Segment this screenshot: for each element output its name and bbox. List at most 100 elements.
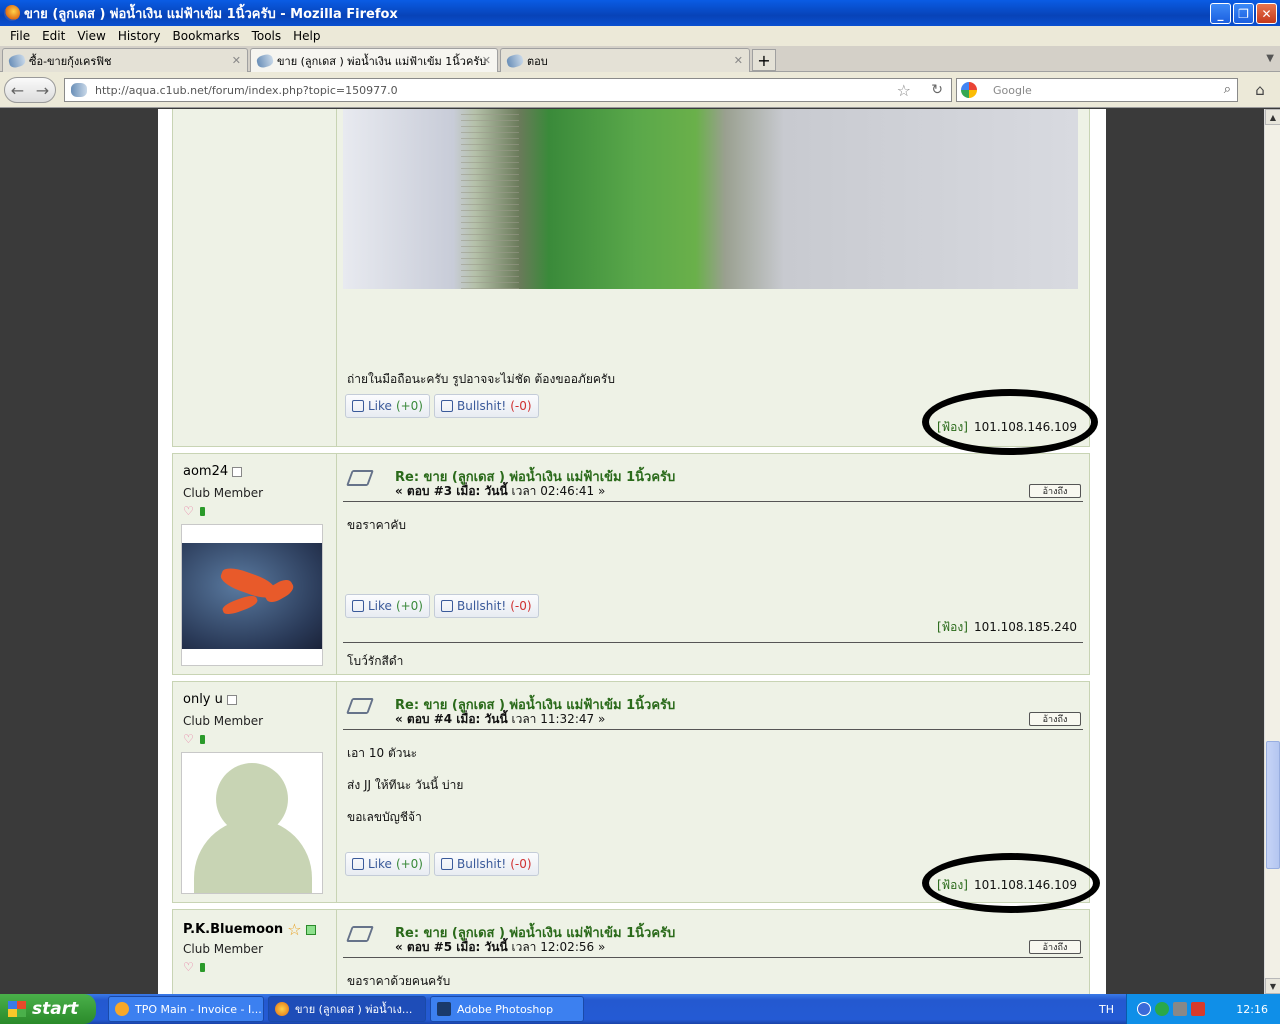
- tray-app-icon[interactable]: [1155, 1002, 1169, 1016]
- ip-address: [ฟ้อง] 101.108.185.240: [937, 620, 1077, 634]
- menu-help[interactable]: Help: [287, 29, 326, 43]
- photoshop-icon: [437, 1002, 451, 1016]
- bullshit-button[interactable]: Bullshit! (-0): [434, 394, 539, 418]
- safely-remove-icon[interactable]: [1191, 1002, 1205, 1016]
- like-button[interactable]: Like (+0): [345, 852, 430, 876]
- username[interactable]: only u: [183, 692, 223, 707]
- bookmark-star-icon[interactable]: ☆: [897, 81, 911, 100]
- restore-button[interactable]: ❐: [1233, 3, 1254, 24]
- post-icon: [346, 926, 374, 942]
- like-button[interactable]: Like (+0): [345, 594, 430, 618]
- avatar[interactable]: [181, 752, 323, 894]
- menu-history[interactable]: History: [112, 29, 167, 43]
- tab-buy-sell[interactable]: ซื้อ-ขายกุ้งเครฟิช ✕: [2, 48, 248, 72]
- tab-current-topic[interactable]: ขาย (ลูกเดส ) พ่อน้ำเงิน แม่ฟ้าเข้ม 1นิ้…: [250, 48, 498, 72]
- menu-bookmarks[interactable]: Bookmarks: [167, 29, 246, 43]
- tray-arrow-icon[interactable]: [1137, 1002, 1151, 1016]
- scroll-up-arrow-icon[interactable]: ▲: [1265, 109, 1280, 125]
- firefox-icon: [4, 5, 20, 21]
- site-icon: [7, 52, 27, 69]
- ruler-image: [461, 109, 519, 289]
- menu-bar: File Edit View History Bookmarks Tools H…: [0, 26, 1280, 46]
- post-body-line: เอา 10 ตัวนะ: [347, 746, 418, 760]
- highlight-circle: [922, 389, 1098, 455]
- member-rank: Club Member: [183, 942, 264, 956]
- search-box[interactable]: Google ⌕: [956, 78, 1238, 102]
- site-icon: [255, 52, 275, 69]
- post-meta: « ตอบ #5 เมื่อ: วันนี้ เวลา 12:02:56 »: [395, 940, 606, 954]
- online-status-icon: [305, 924, 316, 935]
- tab-reply[interactable]: ตอบ ✕: [500, 48, 750, 72]
- back-forward-buttons[interactable]: ← →: [4, 77, 56, 103]
- start-button[interactable]: start: [0, 994, 96, 1024]
- username[interactable]: aom24: [183, 464, 228, 479]
- scrollbar-thumb[interactable]: [1266, 741, 1280, 869]
- post-body-line: ส่ง JJ ให้ทีนะ วันนี้ บ่าย: [347, 778, 464, 792]
- minimize-button[interactable]: _: [1210, 3, 1231, 24]
- reload-icon[interactable]: ↻: [931, 82, 943, 98]
- language-indicator[interactable]: TH: [1099, 1003, 1114, 1016]
- thumbs-down-icon: [441, 400, 453, 412]
- bullshit-button[interactable]: Bullshit! (-0): [434, 852, 539, 876]
- menu-file[interactable]: File: [4, 29, 36, 43]
- quote-button[interactable]: อ้างถึง: [1029, 712, 1081, 726]
- post-icon: [346, 470, 374, 486]
- username[interactable]: P.K.Bluemoon: [183, 922, 283, 937]
- signature: โบว์รักสีดำ: [347, 654, 404, 668]
- page-viewport: ถ่ายในมือถือนะครับ รูปอาจจะไม่ชัด ต้องขอ…: [0, 109, 1264, 994]
- address-bar[interactable]: http://aqua.c1ub.net/forum/index.php?top…: [64, 78, 952, 102]
- thumbs-up-icon: [352, 600, 364, 612]
- highlight-circle: [922, 853, 1100, 913]
- system-tray: TH 12:16: [1099, 994, 1280, 1024]
- thumbs-down-icon: [441, 858, 453, 870]
- back-arrow-icon[interactable]: ←: [11, 81, 24, 100]
- taskbar-item-tpo[interactable]: TPO Main - Invoice - I...: [108, 996, 264, 1022]
- taskbar-item-photoshop[interactable]: Adobe Photoshop: [430, 996, 584, 1022]
- offline-status-icon: [226, 694, 237, 705]
- forward-arrow-icon[interactable]: →: [36, 81, 49, 100]
- close-tab-icon[interactable]: ✕: [482, 54, 491, 67]
- rank-pip-icon: [199, 506, 205, 516]
- default-avatar-image: [182, 753, 322, 893]
- vertical-scrollbar[interactable]: ▲ ▼: [1264, 109, 1280, 994]
- close-tab-icon[interactable]: ✕: [232, 54, 241, 67]
- navigation-toolbar: ← → http://aqua.c1ub.net/forum/index.php…: [0, 72, 1280, 108]
- report-link[interactable]: [ฟ้อง]: [937, 620, 968, 634]
- rank-pip-icon: [199, 962, 205, 972]
- thumbs-up-icon: [352, 400, 364, 412]
- menu-view[interactable]: View: [71, 29, 111, 43]
- close-tab-icon[interactable]: ✕: [734, 54, 743, 67]
- member-rank: Club Member: [183, 486, 264, 500]
- bullshit-button[interactable]: Bullshit! (-0): [434, 594, 539, 618]
- window-title: ขาย (ลูกเดส ) พ่อน้ำเงิน แม่ฟ้าเข้ม 1นิ้…: [24, 6, 398, 22]
- avatar[interactable]: [181, 524, 323, 666]
- tab-list-arrow-icon[interactable]: ▼: [1266, 53, 1274, 64]
- close-button[interactable]: ✕: [1256, 3, 1277, 24]
- heart-icon: ♡: [183, 960, 194, 974]
- google-engine-icon[interactable]: [961, 82, 977, 98]
- post-body: ถ่ายในมือถือนะครับ รูปอาจจะไม่ชัด ต้องขอ…: [347, 372, 615, 386]
- star-icon: ☆: [287, 920, 302, 939]
- post-body-line: ขอเลขบัญชีจ้า: [347, 810, 422, 824]
- search-placeholder: Google: [993, 83, 1032, 97]
- firefox-icon: [275, 1002, 289, 1016]
- search-icon[interactable]: ⌕: [1224, 82, 1231, 97]
- menu-edit[interactable]: Edit: [36, 29, 71, 43]
- taskbar-item-firefox[interactable]: ขาย (ลูกเดส ) พ่อน้ำเง...: [268, 996, 426, 1022]
- menu-tools[interactable]: Tools: [246, 29, 288, 43]
- network-icon[interactable]: [1173, 1002, 1187, 1016]
- like-button[interactable]: Like (+0): [345, 394, 430, 418]
- tab-label: ซื้อ-ขายกุ้งเครฟิช: [29, 54, 112, 68]
- forum-thread: ถ่ายในมือถือนะครับ รูปอาจจะไม่ชัด ต้องขอ…: [158, 109, 1106, 994]
- url-text: http://aqua.c1ub.net/forum/index.php?top…: [95, 83, 398, 97]
- offline-status-icon: [232, 466, 243, 477]
- thumbs-down-icon: [441, 600, 453, 612]
- window-titlebar[interactable]: ขาย (ลูกเดส ) พ่อน้ำเงิน แม่ฟ้าเข้ม 1นิ้…: [0, 0, 1280, 26]
- site-identity-icon[interactable]: [71, 83, 87, 97]
- quote-button[interactable]: อ้างถึง: [1029, 484, 1081, 498]
- new-tab-button[interactable]: +: [752, 49, 776, 71]
- windows-taskbar: start TPO Main - Invoice - I... ขาย (ลูก…: [0, 994, 1280, 1024]
- quote-button[interactable]: อ้างถึง: [1029, 940, 1081, 954]
- home-icon[interactable]: ⌂: [1248, 80, 1272, 100]
- scroll-down-arrow-icon[interactable]: ▼: [1265, 978, 1280, 994]
